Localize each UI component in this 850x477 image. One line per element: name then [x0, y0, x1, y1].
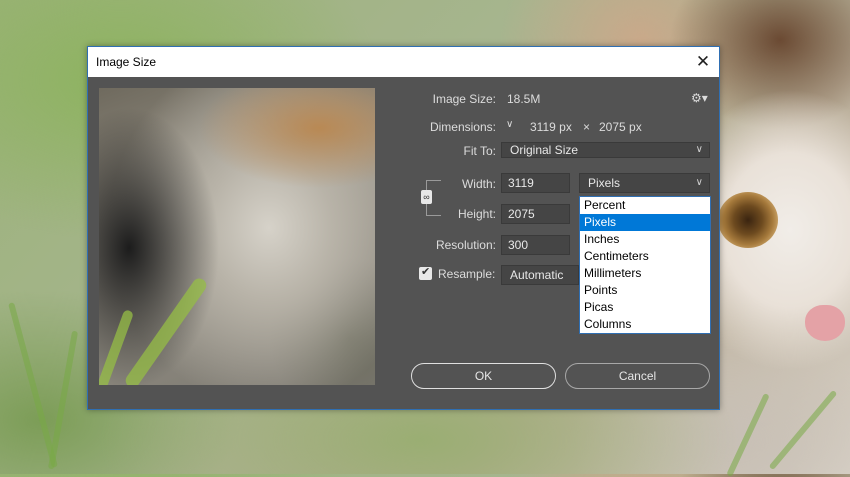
unit-option-picas[interactable]: Picas [580, 299, 710, 316]
fit-to-select[interactable]: Original Size ∨ [501, 142, 710, 158]
resample-value: Automatic [510, 268, 564, 282]
image-preview[interactable] [99, 88, 375, 385]
resample-checkbox[interactable]: ✔ [419, 266, 432, 280]
chevron-down-icon: ∨ [695, 144, 703, 155]
image-size-value: 18.5M [507, 92, 541, 106]
dimensions-height: 2075 px [599, 120, 642, 134]
fit-to-label: Fit To: [463, 144, 496, 158]
unit-select[interactable]: Pixels ∨ [579, 173, 710, 193]
width-label: Width: [461, 177, 496, 191]
unit-option-points[interactable]: Points [580, 282, 710, 299]
unit-option-percent[interactable]: Percent [580, 197, 710, 214]
grass-blade [47, 330, 79, 470]
unit-option-millimeters[interactable]: Millimeters [580, 265, 710, 282]
unit-option-centimeters[interactable]: Centimeters [580, 248, 710, 265]
ok-button[interactable]: OK [411, 363, 556, 389]
height-input[interactable]: 2075 [501, 204, 570, 224]
unit-dropdown-list: Percent Pixels Inches Centimeters Millim… [579, 196, 711, 334]
dimensions-width: 3119 px [530, 120, 572, 134]
unit-select-value: Pixels [588, 176, 621, 190]
dialog-title: Image Size [96, 55, 157, 69]
image-size-dialog: Image Size ✕ Image Size: 18.5M ⚙▾ Dimens… [87, 46, 720, 410]
checkmark-icon: ✔ [421, 266, 431, 278]
image-size-label: Image Size: [432, 92, 496, 106]
close-icon[interactable]: ✕ [691, 50, 715, 74]
title-bar: Image Size ✕ [88, 47, 719, 77]
gear-icon[interactable]: ⚙▾ [691, 91, 708, 105]
dimensions-label: Dimensions: [429, 120, 496, 134]
unit-option-inches[interactable]: Inches [580, 231, 710, 248]
resolution-label: Resolution: [435, 238, 496, 252]
grass-blade [768, 389, 838, 471]
unit-option-pixels[interactable]: Pixels [580, 214, 710, 231]
link-icon[interactable]: ∞ [421, 190, 432, 204]
cancel-button[interactable]: Cancel [565, 363, 710, 389]
unit-option-columns[interactable]: Columns [580, 316, 710, 333]
cat-nose [805, 305, 845, 341]
resolution-input[interactable]: 300 [501, 235, 570, 255]
height-label: Height: [457, 207, 496, 221]
fit-to-value: Original Size [510, 143, 579, 157]
resample-label: Resample: [438, 267, 496, 281]
cat-eye [718, 192, 778, 248]
grass-blade [122, 275, 210, 385]
chevron-down-icon[interactable]: ∨ [506, 119, 513, 130]
dimensions-times: × [583, 120, 591, 134]
chevron-down-icon: ∨ [695, 177, 703, 188]
resample-select[interactable]: Automatic [501, 265, 579, 285]
width-input[interactable]: 3119 [501, 173, 570, 193]
grass-blade [726, 392, 770, 477]
grass-blade [8, 302, 58, 468]
